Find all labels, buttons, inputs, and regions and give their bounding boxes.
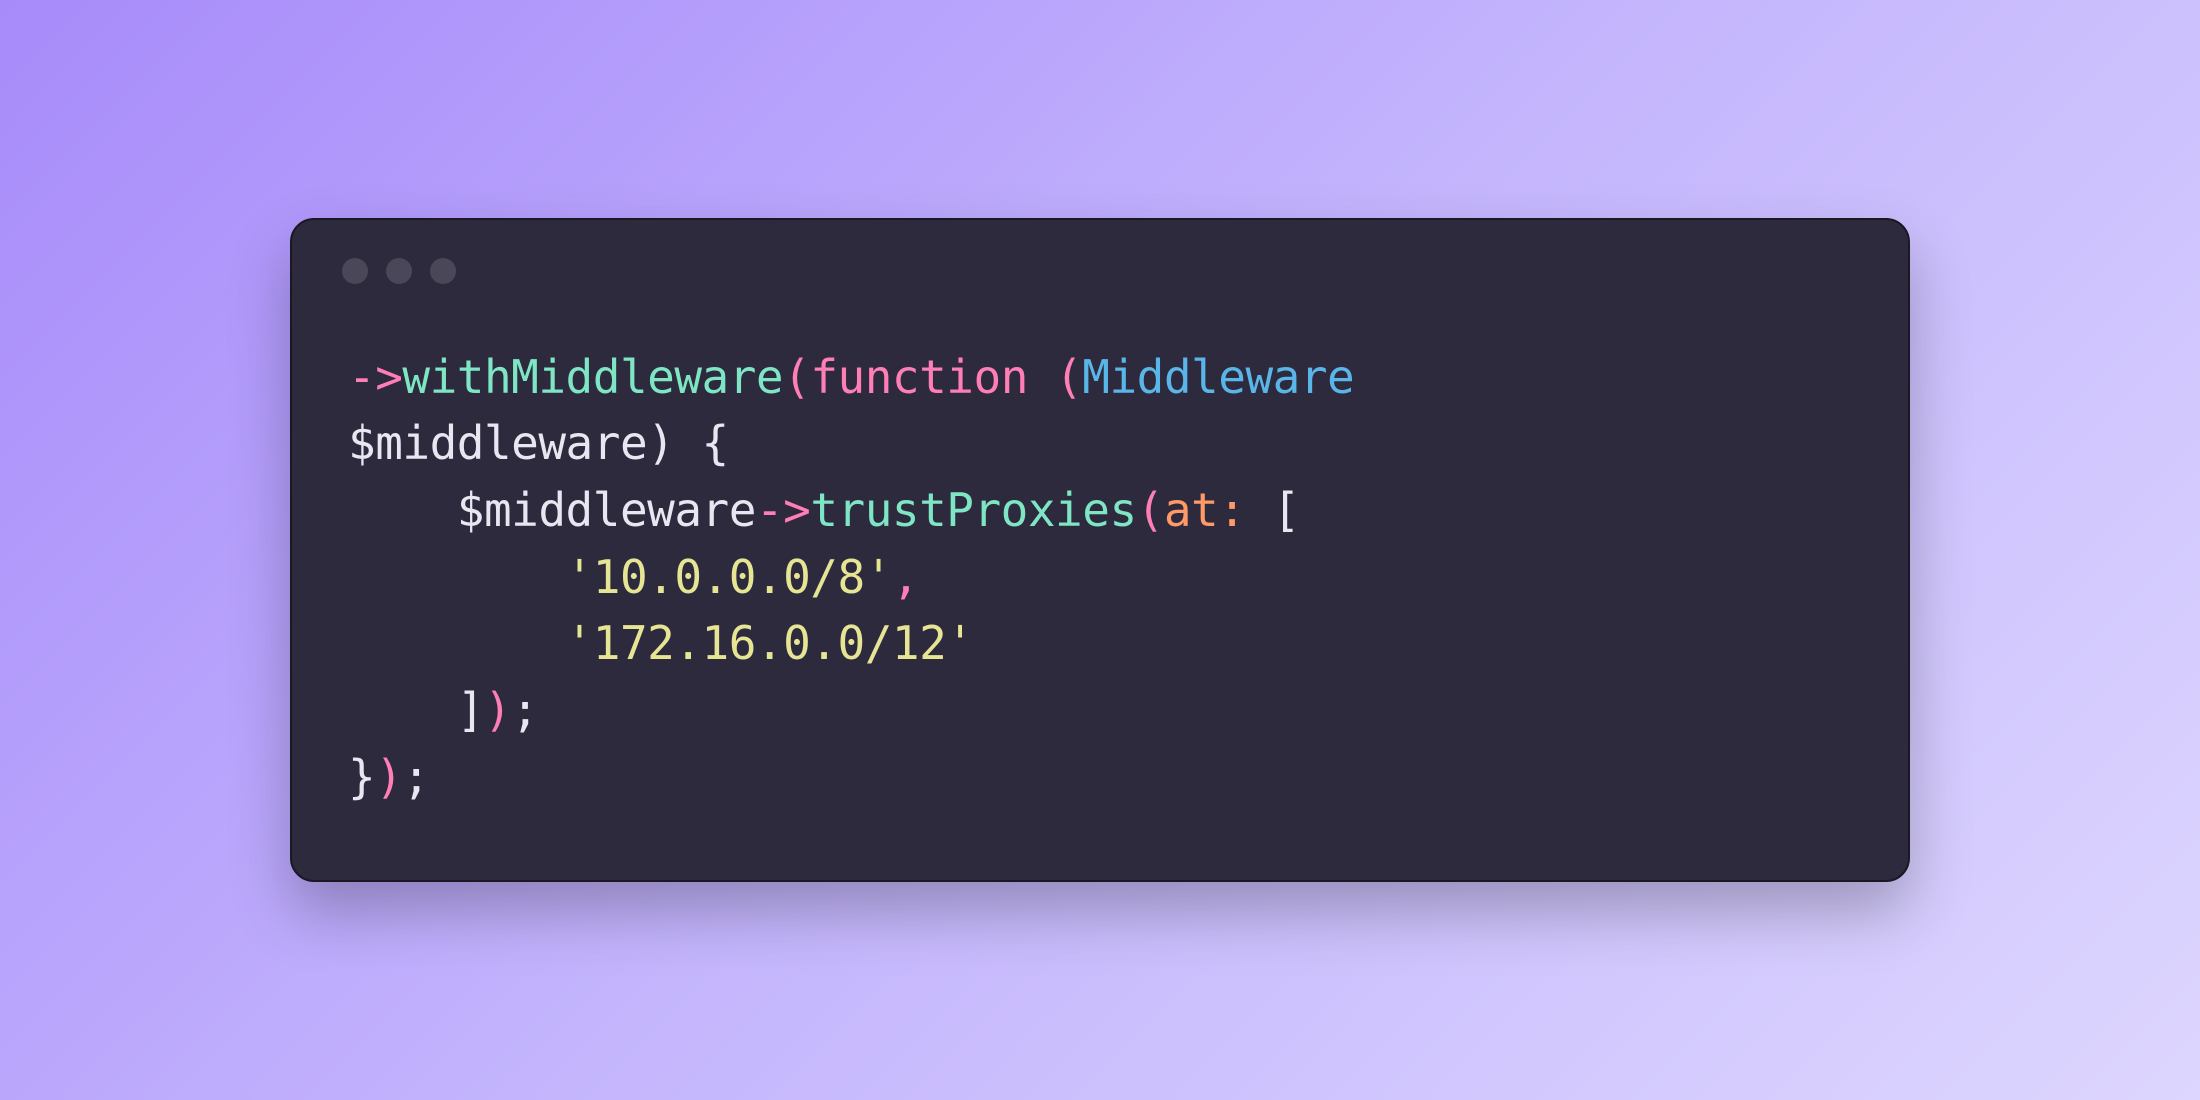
token-named-arg: at: — [1164, 483, 1246, 537]
token-default: ) { — [647, 416, 729, 470]
code-window: ->withMiddleware(function (Middleware $m… — [290, 218, 1910, 883]
token-indent — [348, 683, 457, 737]
token-arrow: -> — [348, 350, 402, 404]
token-method: trustProxies — [810, 483, 1136, 537]
token-semicolon: ; — [402, 750, 429, 804]
token-paren: ( — [1028, 350, 1082, 404]
token-variable: $middleware — [348, 416, 647, 470]
window-control-minimize[interactable] — [386, 258, 412, 284]
token-variable: $middleware — [457, 483, 756, 537]
token-bracket: [ — [1245, 483, 1299, 537]
token-semicolon: ; — [511, 683, 538, 737]
token-paren: ) — [375, 750, 402, 804]
window-control-maximize[interactable] — [430, 258, 456, 284]
window-control-close[interactable] — [342, 258, 368, 284]
token-string: '172.16.0.0/12' — [566, 616, 974, 670]
window-header — [292, 220, 1908, 304]
token-string: '10.0.0.0/8' — [566, 550, 892, 604]
token-brace: } — [348, 750, 375, 804]
token-arrow: -> — [756, 483, 810, 537]
token-type: Middleware — [1082, 350, 1354, 404]
token-comma: , — [892, 550, 919, 604]
token-bracket: ] — [457, 683, 484, 737]
token-paren: ( — [783, 350, 810, 404]
token-paren: ) — [484, 683, 511, 737]
token-indent — [348, 616, 566, 670]
token-keyword: function — [810, 350, 1028, 404]
token-method: withMiddleware — [402, 350, 783, 404]
code-content: ->withMiddleware(function (Middleware $m… — [292, 304, 1908, 881]
token-paren: ( — [1137, 483, 1164, 537]
token-indent — [348, 483, 457, 537]
token-indent — [348, 550, 566, 604]
